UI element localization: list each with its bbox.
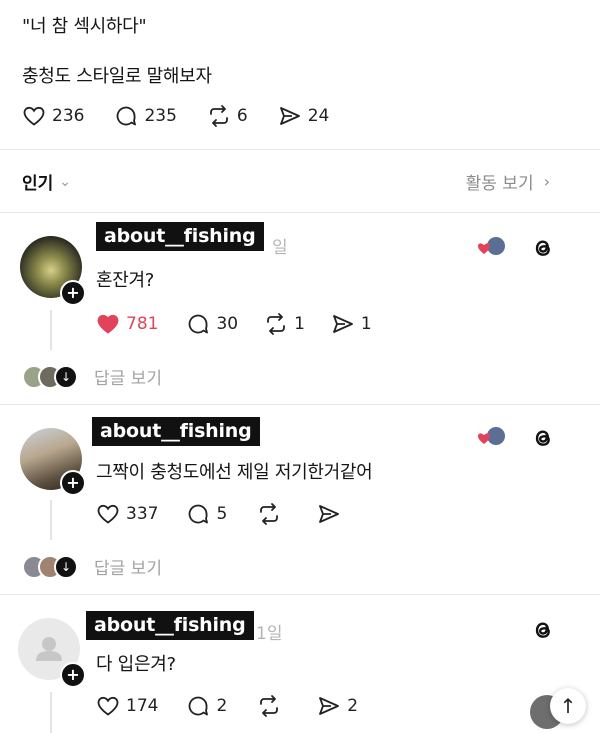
comment-bubble-icon	[117, 106, 137, 126]
reply-button[interactable]: 5	[186, 502, 227, 526]
comment-actions: 781 30 1 1	[96, 312, 402, 336]
post-actions: 236 235 6 24	[22, 104, 359, 128]
repost-button[interactable]	[257, 694, 287, 718]
view-replies-link[interactable]: 답글 보기	[94, 554, 162, 579]
share-button[interactable]: 24	[278, 104, 330, 128]
threads-logo-icon[interactable]	[530, 425, 556, 455]
reply-button[interactable]: 30	[186, 312, 238, 336]
comment-bubble-icon	[189, 504, 209, 524]
share-button[interactable]: 2	[317, 694, 358, 718]
send-icon	[333, 315, 353, 333]
thread-line	[50, 310, 52, 350]
post-body-text: 충청도 스타일로 말해보자	[22, 66, 212, 87]
send-icon	[319, 505, 340, 523]
repost-button[interactable]	[257, 502, 287, 526]
share-count: 1	[360, 314, 372, 334]
repost-icon	[210, 105, 228, 127]
divider	[0, 594, 600, 595]
timestamp: 1일	[256, 624, 283, 644]
share-count: 24	[307, 106, 330, 126]
like-count: 337	[126, 504, 159, 524]
comment-text: 혼잔겨?	[96, 270, 155, 291]
reply-button[interactable]: 235	[114, 104, 177, 128]
reply-count: 30	[216, 314, 239, 334]
arrow-up-icon: ↑	[559, 694, 577, 718]
liked-by-author-icon	[476, 426, 508, 448]
view-replies-row[interactable]: ↓ 답글 보기	[22, 364, 162, 389]
sort-dropdown[interactable]: 인기 ⌄	[22, 169, 72, 195]
activity-label: 활동 보기	[465, 174, 534, 194]
send-icon	[319, 697, 340, 715]
follow-plus-icon[interactable]: +	[60, 662, 86, 688]
reply-count: 5	[216, 504, 228, 524]
like-button[interactable]: 236	[22, 104, 84, 128]
repost-icon	[260, 503, 279, 525]
reply-button[interactable]: 2	[186, 694, 227, 718]
share-count: 2	[347, 696, 359, 716]
repost-count: 1	[294, 314, 305, 334]
heart-icon	[97, 314, 119, 334]
thread-line	[50, 500, 52, 540]
timestamp: 일	[272, 238, 288, 258]
repost-button[interactable]: 1	[264, 312, 305, 336]
follow-plus-icon[interactable]: +	[60, 470, 86, 496]
like-count: 781	[126, 314, 159, 334]
sort-label: 인기	[22, 174, 54, 194]
heart-icon	[23, 106, 45, 126]
arrow-down-icon: ↓	[54, 554, 78, 579]
username[interactable]: about__fishing	[96, 222, 264, 251]
like-count: 236	[52, 106, 85, 126]
share-button[interactable]	[317, 502, 347, 526]
share-button[interactable]: 1	[331, 312, 372, 336]
view-replies-link[interactable]: 답글 보기	[94, 364, 162, 389]
repost-count: 6	[236, 106, 248, 126]
view-replies-row[interactable]: ↓ 답글 보기	[22, 554, 162, 579]
view-activity-link[interactable]: 활동 보기 ›	[466, 169, 550, 194]
like-count: 174	[126, 696, 159, 716]
like-button[interactable]: 337	[96, 502, 158, 526]
comment-bubble-icon	[189, 314, 209, 334]
divider	[0, 149, 600, 150]
comment-actions: 174 2 2	[96, 694, 388, 718]
comment-text: 그짝이 충청도에선 제일 저기한거같어	[96, 462, 373, 483]
chevron-right-icon: ›	[543, 172, 550, 191]
heart-icon	[97, 504, 119, 524]
username[interactable]: about__fishing	[86, 611, 254, 640]
comment-bubble-icon	[189, 696, 209, 716]
like-button[interactable]: 781	[96, 312, 158, 336]
chevron-down-icon: ⌄	[59, 173, 72, 190]
repost-button[interactable]: 6	[207, 104, 248, 128]
divider	[0, 212, 600, 213]
like-button[interactable]: 174	[96, 694, 158, 718]
scroll-to-top-button[interactable]: ↑	[550, 688, 586, 724]
send-icon	[279, 107, 300, 125]
reply-count: 235	[144, 106, 177, 126]
threads-logo-icon[interactable]	[530, 235, 556, 265]
heart-icon	[97, 696, 119, 716]
follow-plus-icon[interactable]: +	[60, 280, 86, 306]
thread-line	[50, 692, 52, 733]
threads-logo-icon[interactable]	[530, 617, 556, 647]
username[interactable]: about__fishing	[92, 417, 260, 446]
divider	[0, 404, 600, 405]
post-quote-text: "너 참 섹시하다"	[22, 16, 147, 37]
reply-count: 2	[216, 696, 228, 716]
liked-by-author-icon	[476, 236, 508, 258]
repost-icon	[260, 695, 279, 717]
repost-icon	[267, 313, 285, 335]
comment-text: 다 입은겨?	[96, 654, 176, 675]
arrow-down-icon: ↓	[54, 364, 78, 389]
comment-actions: 337 5	[96, 502, 377, 526]
